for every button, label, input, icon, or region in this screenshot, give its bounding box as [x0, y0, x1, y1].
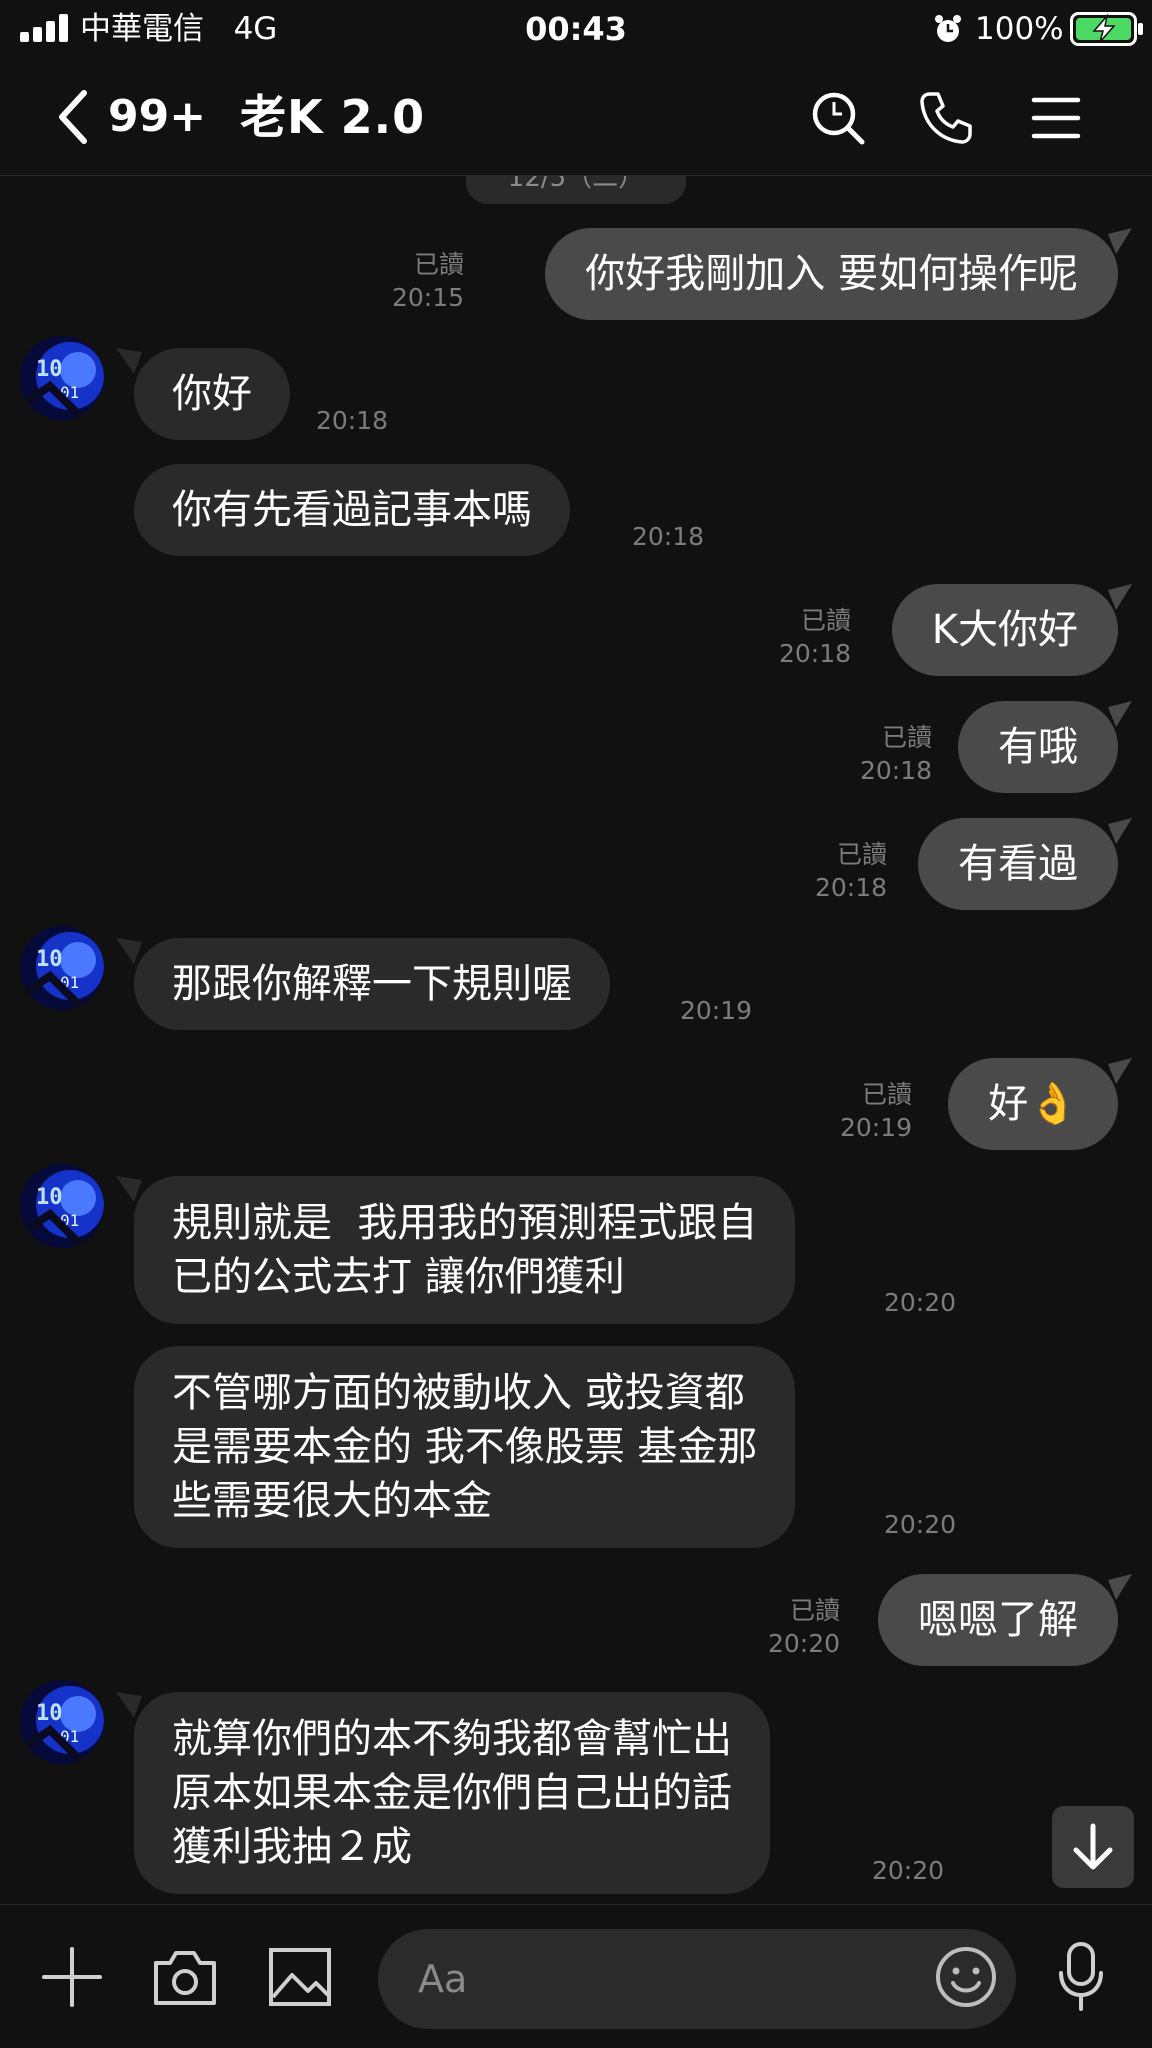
incoming-message-bubble[interactable]: 就算你們的本不夠我都會幫忙出 原本如果本金是你們自己出的話 獲利我抽２成 — [134, 1692, 770, 1894]
bubble-tail — [1108, 701, 1132, 727]
message-meta: 已讀 20:18 — [815, 838, 887, 904]
outgoing-message-bubble[interactable]: 嗯嗯了解 — [878, 1574, 1118, 1666]
svg-text:10: 10 — [36, 357, 63, 382]
date-separator: 12/5（二） — [466, 176, 686, 204]
message-time: 20:18 — [859, 756, 932, 785]
chat-message-list[interactable]: 12/5（二） 已讀 20:15 你好我剛加入 要如何操作呢 10 01 你好 … — [0, 176, 1152, 1904]
image-icon[interactable] — [268, 1947, 332, 2007]
avatar-image: 10 01 — [20, 926, 104, 1010]
emoji-icon[interactable] — [934, 1945, 998, 2009]
bubble-tail — [116, 348, 142, 374]
avatar[interactable]: 10 01 — [20, 1164, 104, 1248]
message-time: 20:19 — [680, 996, 753, 1025]
chevron-left-icon — [59, 90, 87, 144]
message-time: 20:18 — [316, 406, 389, 435]
bubble-tail — [1108, 818, 1132, 844]
incoming-message-bubble[interactable]: 不管哪方面的被動收入 或投資都 是需要本金的 我不像股票 基金那 些需要很大的本… — [134, 1346, 796, 1548]
svg-text:10: 10 — [36, 1701, 63, 1726]
bubble-tail — [1108, 584, 1132, 610]
battery-percent: 100% — [975, 11, 1064, 47]
read-receipt: 已讀 — [861, 1080, 912, 1109]
message-time: 20:18 — [778, 639, 851, 668]
alarm-icon — [935, 15, 961, 42]
message-meta: 已讀 20:20 — [768, 1594, 840, 1660]
svg-text:10: 10 — [36, 1185, 63, 1210]
chat-header: 99+ 老K 2.0 — [0, 58, 1152, 176]
message-meta: 已讀 20:15 — [392, 248, 464, 314]
read-receipt: 已讀 — [789, 1596, 840, 1625]
message-input-bar — [0, 1904, 1152, 2048]
message-time: 20:19 — [839, 1113, 912, 1142]
avatar[interactable]: 10 01 — [20, 926, 104, 1010]
incoming-message-bubble[interactable]: 那跟你解釋一下規則喔 — [134, 938, 610, 1030]
unread-count: 99+ — [108, 91, 207, 142]
battery-charging-icon — [1070, 12, 1143, 46]
message-time: 20:18 — [632, 522, 705, 551]
message-meta: 已讀 20:18 — [860, 721, 932, 787]
arrow-down-icon — [1073, 1823, 1113, 1870]
microphone-icon[interactable] — [1056, 1941, 1106, 2013]
menu-icon[interactable] — [1026, 88, 1086, 148]
message-time: 20:15 — [391, 283, 464, 312]
outgoing-message-bubble[interactable]: K大你好 — [891, 584, 1118, 676]
avatar-image: 10 01 — [20, 336, 104, 420]
message-meta: 已讀 20:18 — [779, 604, 851, 670]
outgoing-message-bubble[interactable]: 好👌 — [948, 1058, 1118, 1150]
scroll-to-bottom-button[interactable] — [1052, 1806, 1134, 1888]
avatar-image: 10 01 — [20, 1680, 104, 1764]
outgoing-message-bubble[interactable]: 你好我剛加入 要如何操作呢 — [545, 228, 1118, 320]
message-time: 20:20 — [884, 1510, 957, 1539]
outgoing-message-bubble[interactable]: 有哦 — [958, 701, 1118, 793]
outgoing-message-bubble[interactable]: 有看過 — [918, 818, 1118, 910]
chat-title: 老K 2.0 — [240, 90, 426, 144]
avatar[interactable]: 10 01 — [20, 1680, 104, 1764]
message-time: 20:20 — [767, 1629, 840, 1658]
avatar-image: 10 01 — [20, 1164, 104, 1248]
camera-icon[interactable] — [152, 1947, 218, 2007]
phone-icon[interactable] — [916, 88, 976, 148]
svg-text:10: 10 — [36, 947, 63, 972]
plus-icon[interactable] — [40, 1945, 104, 2009]
message-time: 20:20 — [872, 1856, 945, 1885]
avatar[interactable]: 10 01 — [20, 336, 104, 420]
message-input[interactable] — [378, 1929, 1016, 2029]
message-time: 20:18 — [814, 873, 887, 902]
incoming-message-bubble[interactable]: 你好 — [134, 348, 290, 440]
read-receipt: 已讀 — [413, 250, 464, 279]
read-receipt: 已讀 — [836, 840, 887, 869]
status-bar: 中華電信 4G 00:43 100% — [0, 0, 1152, 58]
bubble-tail — [116, 938, 142, 964]
bubble-tail — [1108, 228, 1132, 254]
message-time: 20:20 — [884, 1288, 957, 1317]
message-meta: 已讀 20:19 — [840, 1078, 912, 1144]
read-receipt: 已讀 — [881, 723, 932, 752]
back-button[interactable]: 99+ — [56, 84, 206, 150]
search-icon[interactable] — [808, 88, 868, 148]
bubble-tail — [1108, 1058, 1132, 1084]
bubble-tail — [1108, 1574, 1132, 1600]
incoming-message-bubble[interactable]: 規則就是 我用我的預測程式跟自 已的公式去打 讓你們獲利 — [134, 1176, 796, 1324]
incoming-message-bubble[interactable]: 你有先看過記事本嗎 — [134, 464, 570, 556]
read-receipt: 已讀 — [800, 606, 851, 635]
